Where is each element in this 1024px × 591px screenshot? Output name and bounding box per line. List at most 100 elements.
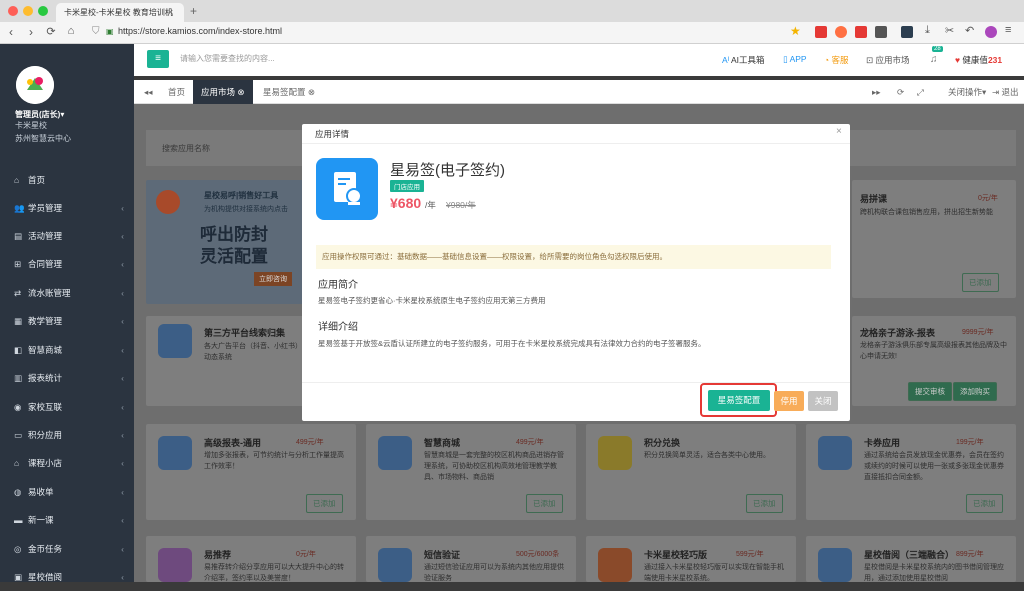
sidebar-item[interactable]: ▣ 星校借阅 ‹ <box>0 563 134 591</box>
card-added-button[interactable]: 已添加 <box>962 273 999 292</box>
browser-tab-title: 卡米星校-卡米星校 教育培训机 <box>64 8 173 17</box>
shield-icon[interactable]: ⛉ <box>92 26 100 37</box>
user-add-icon: ◍ <box>14 487 22 497</box>
user-name[interactable]: 管理员(店长)▾ <box>15 109 64 120</box>
sidebar-item[interactable]: ⊞ 合同管理 ‹ <box>0 250 134 278</box>
sidebar-item[interactable]: ⌂ 课程小店 ‹ <box>0 449 134 477</box>
menu-icon[interactable]: ≡ <box>1005 24 1011 36</box>
sidebar-item[interactable]: ▦ 教学管理 ‹ <box>0 307 134 335</box>
extension-camera-icon[interactable] <box>901 26 913 38</box>
sidebar-item[interactable]: ◎ 金币任务 ‹ <box>0 535 134 563</box>
sidebar-item[interactable]: ◍ 易收单 ‹ <box>0 478 134 506</box>
intro-heading: 应用简介 <box>318 280 358 291</box>
chevron-icon: ‹ <box>121 316 124 326</box>
tab-esign-config[interactable]: 星易签配置 ⊗ <box>255 80 323 104</box>
esign-app-icon <box>316 158 378 220</box>
sidebar-item[interactable]: ⌂ 首页 <box>0 166 134 194</box>
app-button[interactable]: ▯ APP <box>783 54 807 65</box>
tab-close-icon[interactable]: ⊗ <box>237 87 244 97</box>
tab-close-icon[interactable]: × <box>168 7 173 17</box>
extension-megaphone-icon[interactable] <box>875 26 887 38</box>
add-purchase-button[interactable]: 添加购买 <box>953 382 997 401</box>
sidebar-item-label: 新一课 <box>28 515 54 525</box>
close-operations-dropdown[interactable]: 关闭操作▾ <box>940 80 994 104</box>
service-icon: ◔ <box>824 55 830 65</box>
cube-icon <box>158 324 192 358</box>
card-price: 9999元/年 <box>962 329 994 336</box>
extension-game-icon[interactable] <box>815 26 827 38</box>
home-icon: ⌂ <box>14 175 20 185</box>
disable-button[interactable]: 停用 <box>774 391 804 411</box>
submit-review-button[interactable]: 提交审核 <box>908 382 952 401</box>
extension-orange-icon[interactable] <box>835 26 847 38</box>
download-icon[interactable]: ⤓ <box>925 24 930 37</box>
app-market-button[interactable]: ⊡ 应用市场 <box>866 54 910 66</box>
new-tab-button[interactable]: + <box>190 4 197 18</box>
extension-red-icon[interactable] <box>855 26 867 38</box>
avatar[interactable] <box>16 66 54 104</box>
chevron-icon: ‹ <box>121 203 124 213</box>
chevron-icon: ‹ <box>121 572 124 582</box>
window-close-icon[interactable] <box>8 6 18 16</box>
sidebar-item[interactable]: ◧ 智慧商城 ‹ <box>0 336 134 364</box>
window-minimize-icon[interactable] <box>23 6 33 16</box>
card-price: 499元/年 <box>516 439 544 446</box>
reload-icon[interactable]: ⟳ <box>44 25 58 38</box>
card-title: 卡米星校轻巧版 <box>644 550 708 560</box>
card-price: 499元/年 <box>296 439 324 446</box>
url-input[interactable]: https://store.kamios.com/index-store.htm… <box>118 26 282 36</box>
forward-icon[interactable]: › <box>24 25 38 39</box>
logout-button[interactable]: ⇥ 退出 <box>988 80 1023 104</box>
sidebar-item[interactable]: ▭ 积分应用 ‹ <box>0 421 134 449</box>
browser-tab[interactable]: 卡米星校-卡米星校 教育培训机 <box>56 3 184 22</box>
window-maximize-icon[interactable] <box>38 6 48 16</box>
store-search-input[interactable]: 搜索应用名称 <box>162 143 210 154</box>
tabs-forward-icon[interactable]: ▸▸ <box>868 80 885 104</box>
sidebar-item[interactable]: ▬ 新一课 ‹ <box>0 506 134 534</box>
shopping-icon: ◧ <box>14 345 23 355</box>
intro-text: 星易签电子签约更省心·卡米星校系统原生电子签约应用无第三方费用 <box>318 296 546 305</box>
refresh-icon[interactable]: ⟳ <box>893 80 908 104</box>
sidebar-item[interactable]: ◉ 家校互联 ‹ <box>0 393 134 421</box>
ai-tools-button[interactable]: Aᴵ AI工具箱 <box>722 54 765 66</box>
back-icon[interactable]: ‹ <box>4 25 18 39</box>
search-input[interactable]: 请输入您需要查找的内容... <box>180 53 275 64</box>
modal-close-icon[interactable]: × <box>836 126 842 137</box>
home-browser-icon[interactable]: ⌂ <box>64 25 78 37</box>
tabs-back-icon[interactable]: ◂◂ <box>140 80 157 104</box>
detail-text: 星易签基于开放签&云盾认证所建立的电子签约服务，可用于在卡米星校系统完成具有法律… <box>318 339 706 348</box>
banner-consult-button[interactable]: 立即咨询 <box>254 272 292 286</box>
undo-icon[interactable]: ↶ <box>965 24 974 37</box>
banner-headline-2: 灵活配置 <box>200 247 268 266</box>
fullscreen-icon[interactable]: ⤢ <box>913 80 928 104</box>
health-value[interactable]: ♥ 健康值231 <box>955 54 1002 66</box>
chevron-icon: ‹ <box>121 288 124 298</box>
sidebar-item-label: 积分应用 <box>28 430 63 440</box>
tab-close-icon[interactable]: ⊗ <box>308 87 315 97</box>
sidebar-item[interactable]: 👥 学员管理 ‹ <box>0 194 134 222</box>
card-added-button[interactable]: 已添加 <box>746 494 783 513</box>
bookmark-star-icon[interactable]: ★ <box>790 24 801 38</box>
card-added-button[interactable]: 已添加 <box>526 494 563 513</box>
close-button[interactable]: 关闭 <box>808 391 838 411</box>
menu-toggle-button[interactable]: ≡ <box>147 50 169 68</box>
app-detail-modal <box>302 124 850 421</box>
message-icon <box>378 548 412 582</box>
service-button[interactable]: ◔ 客服 <box>824 54 849 66</box>
sidebar-item[interactable]: ▤ 活动管理 ‹ <box>0 222 134 250</box>
profile-icon[interactable] <box>985 26 997 38</box>
bell-icon[interactable]: ♫ <box>930 54 938 65</box>
card-title: 短信验证 <box>424 550 461 560</box>
scissors-icon[interactable]: ✂ <box>945 24 954 37</box>
tab-home[interactable]: 首页 <box>160 80 193 104</box>
card-desc: 通过接入卡米星校轻巧版可以实现在智能手机端使用卡米星校系统。 <box>644 564 784 582</box>
sidebar-item[interactable]: ⇄ 流水账管理 ‹ <box>0 279 134 307</box>
promo-banner[interactable]: 星校易呼|销售好工具 为机构提供对接系统内点击 呼出防封 灵活配置 立即咨询 <box>146 180 306 304</box>
tab-app-market[interactable]: 应用市场 ⊗ <box>193 80 253 104</box>
lock-icon: ▣ <box>106 27 114 36</box>
card-added-button[interactable]: 已添加 <box>966 494 1003 513</box>
card-added-button[interactable]: 已添加 <box>306 494 343 513</box>
sidebar-item[interactable]: ▥ 报表统计 ‹ <box>0 364 134 392</box>
chart-up-icon <box>158 436 192 470</box>
school-name: 卡米星校 <box>15 121 47 130</box>
